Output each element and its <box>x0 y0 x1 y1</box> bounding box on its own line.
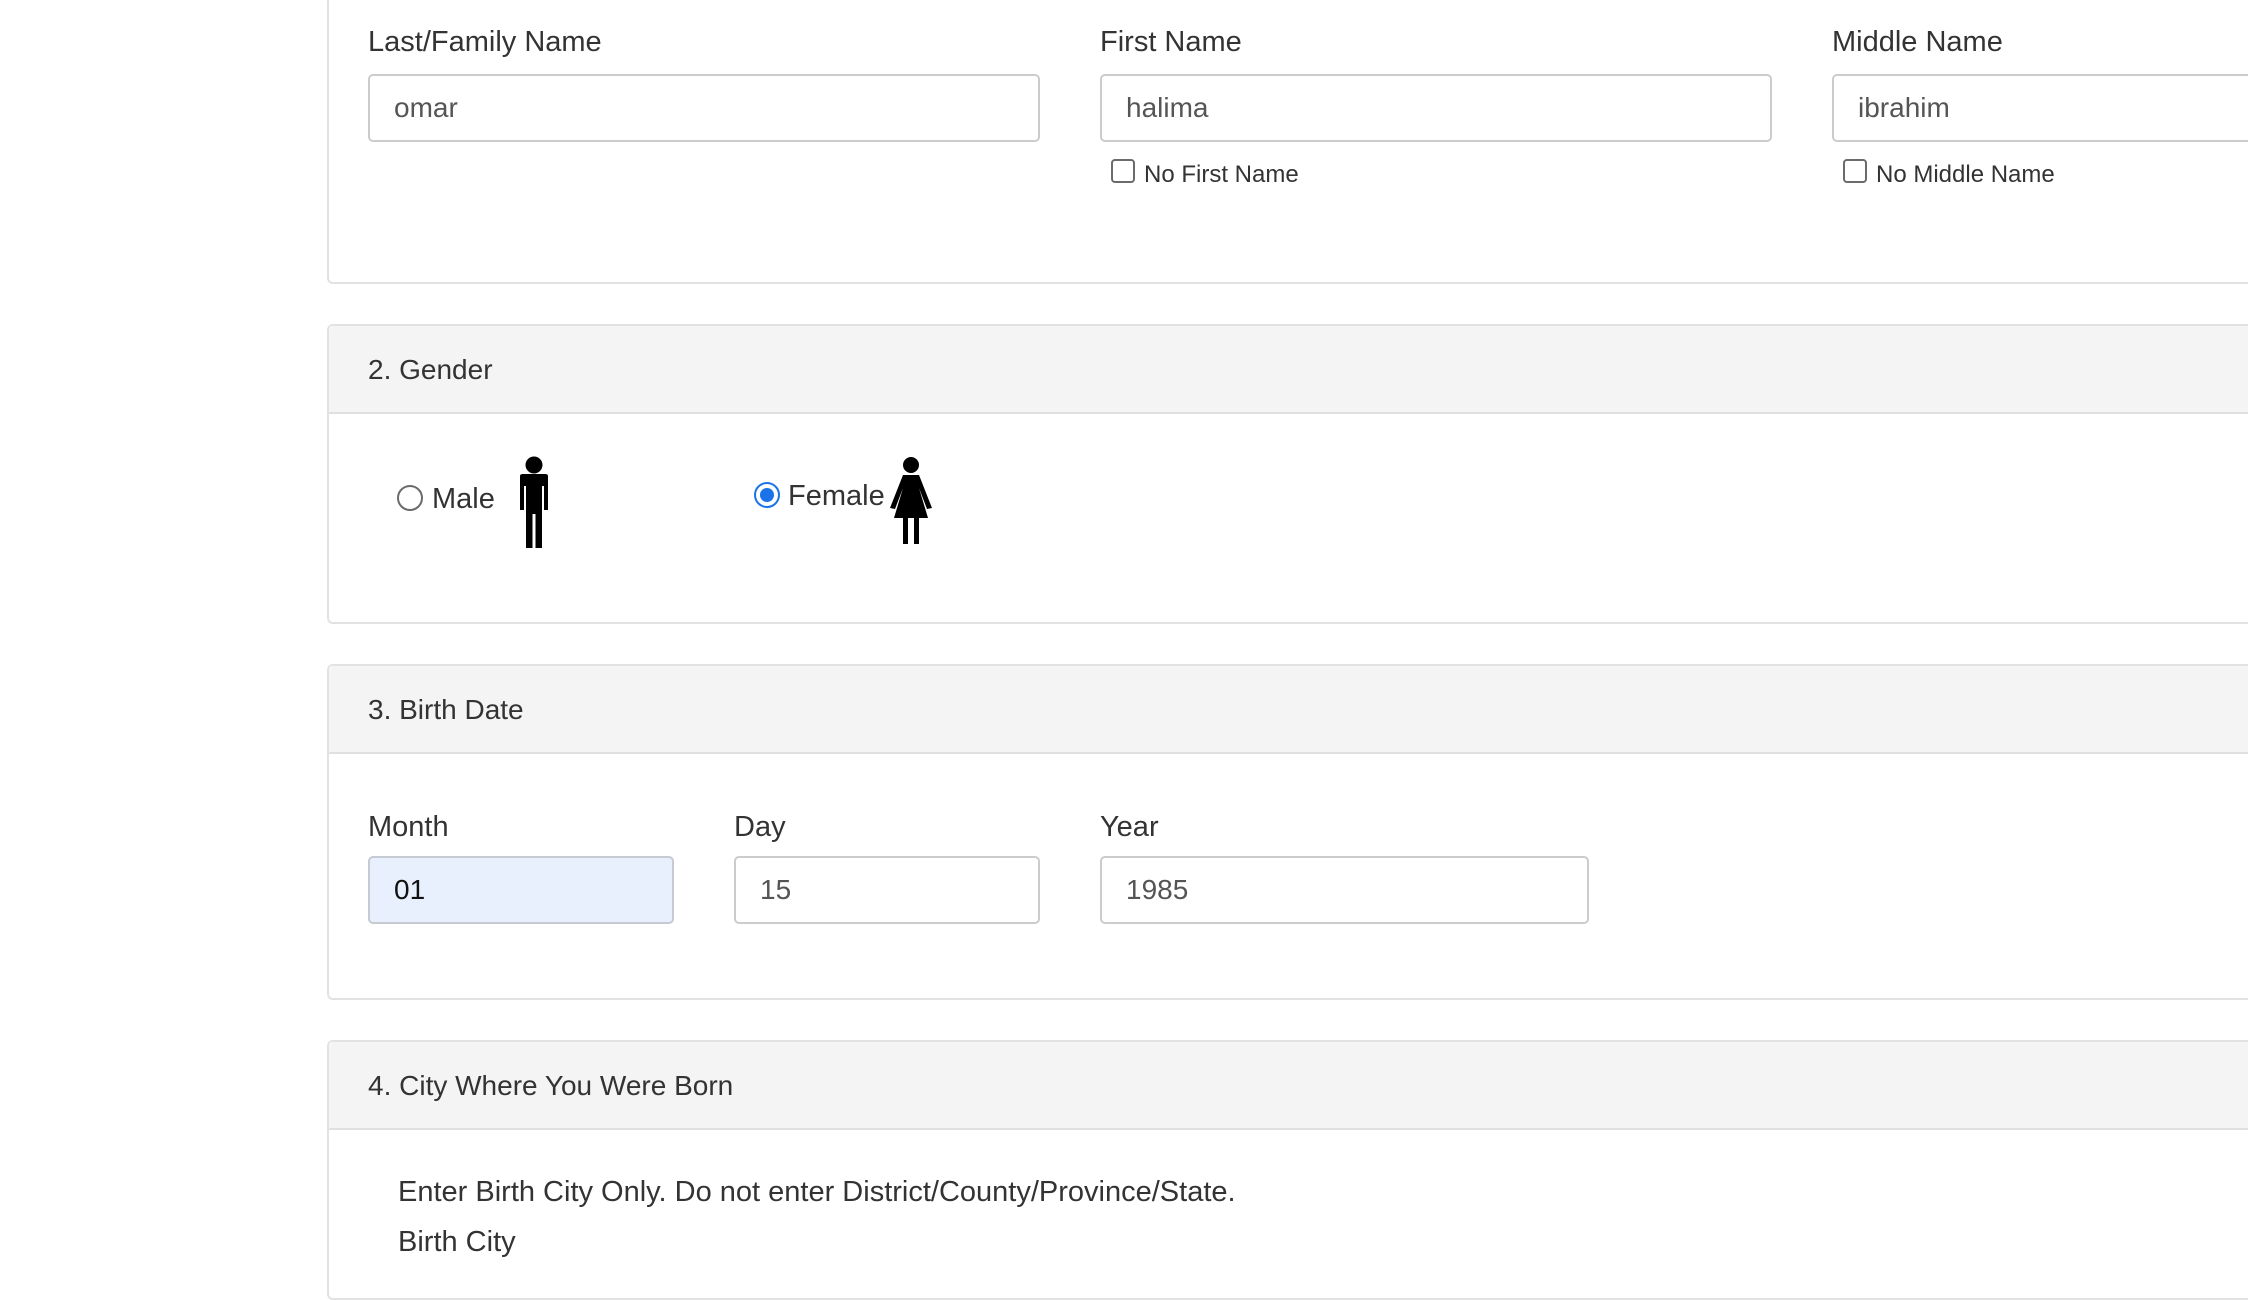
female-label[interactable]: Female <box>788 480 885 513</box>
year-label: Year <box>1100 811 1159 843</box>
last-name-label: Last/Family Name <box>368 26 602 58</box>
birth-city-panel: 4. City Where You Were Born <box>327 1040 2248 1300</box>
no-middle-name-checkbox[interactable] <box>1843 159 1867 183</box>
last-name-input[interactable] <box>368 74 1040 142</box>
birth-city-label: Birth City <box>398 1226 516 1258</box>
first-name-input[interactable] <box>1100 74 1772 142</box>
year-input[interactable] <box>1100 856 1589 924</box>
birth-date-panel: 3. Birth Date <box>327 664 2248 1000</box>
month-label: Month <box>368 811 449 843</box>
male-label[interactable]: Male <box>432 483 495 516</box>
gender-panel: 2. Gender <box>327 324 2248 624</box>
female-radio[interactable] <box>754 482 780 508</box>
female-person-icon <box>890 457 932 544</box>
no-first-name-checkbox[interactable] <box>1111 159 1135 183</box>
no-middle-name-label: No Middle Name <box>1876 161 2055 188</box>
birth-city-instruction: Enter Birth City Only. Do not enter Dist… <box>398 1176 1236 1208</box>
day-label: Day <box>734 811 786 843</box>
male-radio[interactable] <box>397 485 423 511</box>
birth-city-section-title: 4. City Where You Were Born <box>329 1042 2248 1130</box>
no-first-name-label: No First Name <box>1144 161 1299 188</box>
male-person-icon <box>520 456 548 548</box>
first-name-label: First Name <box>1100 26 1242 58</box>
birth-date-section-title: 3. Birth Date <box>329 666 2248 754</box>
middle-name-label: Middle Name <box>1832 26 2003 58</box>
middle-name-input[interactable] <box>1832 74 2248 142</box>
month-input[interactable] <box>368 856 674 924</box>
day-input[interactable] <box>734 856 1040 924</box>
gender-section-title: 2. Gender <box>329 326 2248 414</box>
